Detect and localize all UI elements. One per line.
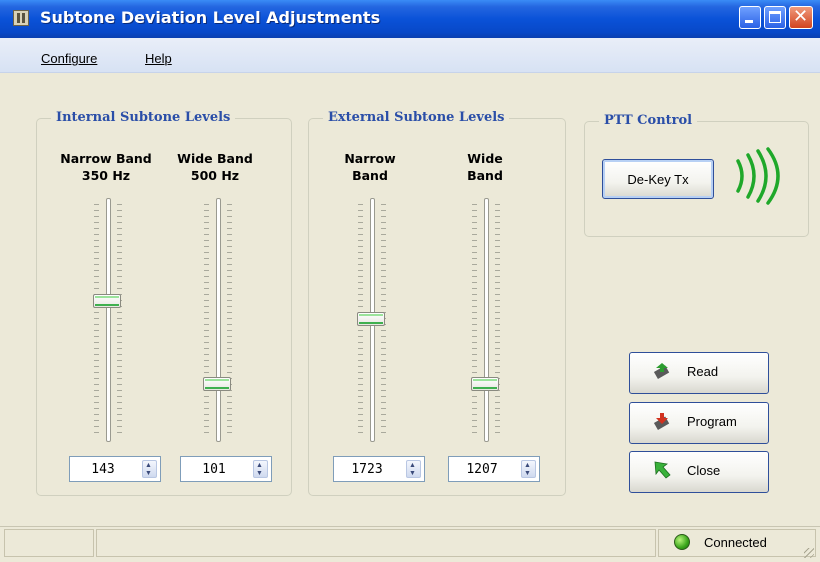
external-wide-heading-line1: Wide (467, 151, 503, 166)
status-pane-2 (96, 529, 656, 557)
read-label: Read (687, 364, 719, 379)
external-narrow-spinner[interactable]: 1723 ▲ ▼ (333, 456, 425, 482)
close-window-button[interactable]: ✕ (789, 6, 813, 29)
status-bar (0, 526, 820, 562)
close-button[interactable]: Close (629, 451, 769, 493)
program-button[interactable]: Program (629, 402, 769, 444)
internal-wide-heading: Wide Band 500 Hz (165, 150, 265, 184)
internal-narrow-heading-line1: Narrow Band (60, 151, 152, 166)
internal-narrow-slider[interactable] (88, 198, 128, 442)
internal-narrow-slider-thumb[interactable] (93, 294, 121, 308)
title-bar[interactable]: Subtone Deviation Level Adjustments ✕ (0, 0, 820, 38)
external-narrow-heading: Narrow Band (320, 150, 420, 184)
internal-group-label: Internal Subtone Levels (51, 110, 236, 125)
window-title: Subtone Deviation Level Adjustments (40, 8, 381, 27)
connection-status: Connected (704, 535, 767, 550)
spinner-arrows-icon[interactable]: ▲ ▼ (253, 460, 268, 478)
spinner-arrows-icon[interactable]: ▲ ▼ (521, 460, 536, 478)
external-narrow-heading-line2: Band (352, 168, 388, 183)
subtone-window: Subtone Deviation Level Adjustments ✕ Co… (0, 0, 820, 562)
radio-waves-icon (736, 147, 780, 205)
spinner-arrows-icon[interactable]: ▲ ▼ (406, 460, 421, 478)
menu-configure[interactable]: Configure (41, 51, 97, 66)
maximize-icon (769, 11, 781, 23)
internal-wide-heading-line1: Wide Band (177, 151, 253, 166)
external-group-label: External Subtone Levels (323, 110, 510, 125)
connection-led-icon (674, 534, 690, 550)
exit-arrow-icon (654, 461, 671, 479)
minimize-button[interactable] (739, 6, 761, 29)
ptt-group-label: PTT Control (599, 113, 698, 128)
external-narrow-slider-thumb[interactable] (357, 312, 385, 326)
internal-wide-value[interactable]: 101 (181, 462, 247, 477)
read-button[interactable]: Read (629, 352, 769, 394)
program-label: Program (687, 414, 737, 429)
close-label: Close (687, 463, 721, 478)
internal-wide-spinner[interactable]: 101 ▲ ▼ (180, 456, 272, 482)
internal-wide-slider[interactable] (198, 198, 238, 442)
menu-bar: Configure Help (0, 38, 820, 73)
resize-grip-icon[interactable] (804, 548, 814, 558)
internal-narrow-heading-line2: 350 Hz (81, 168, 131, 183)
external-wide-slider[interactable] (466, 198, 506, 442)
maximize-button[interactable] (764, 6, 786, 29)
internal-narrow-heading: Narrow Band 350 Hz (56, 150, 156, 184)
internal-wide-heading-line2: 500 Hz (190, 168, 240, 183)
external-narrow-slider[interactable] (352, 198, 392, 442)
external-narrow-heading-line1: Narrow (344, 151, 396, 166)
app-icon (13, 10, 29, 26)
chip-read-icon (653, 363, 670, 379)
spinner-arrows-icon[interactable]: ▲ ▼ (142, 460, 157, 478)
de-key-tx-label: De-Key Tx (627, 172, 689, 187)
internal-wide-slider-thumb[interactable] (203, 377, 231, 391)
external-wide-heading-line2: Band (467, 168, 503, 183)
internal-narrow-spinner[interactable]: 143 ▲ ▼ (69, 456, 161, 482)
chip-program-icon (653, 413, 670, 430)
external-wide-spinner[interactable]: 1207 ▲ ▼ (448, 456, 540, 482)
menu-help[interactable]: Help (145, 51, 172, 66)
status-pane-1 (4, 529, 94, 557)
minimize-icon (745, 20, 753, 23)
de-key-tx-button[interactable]: De-Key Tx (602, 159, 714, 199)
close-icon: ✕ (793, 6, 809, 27)
external-narrow-value[interactable]: 1723 (334, 462, 400, 477)
external-wide-slider-thumb[interactable] (471, 377, 499, 391)
internal-narrow-value[interactable]: 143 (70, 462, 136, 477)
external-wide-value[interactable]: 1207 (449, 462, 515, 477)
external-wide-heading: Wide Band (435, 150, 535, 184)
